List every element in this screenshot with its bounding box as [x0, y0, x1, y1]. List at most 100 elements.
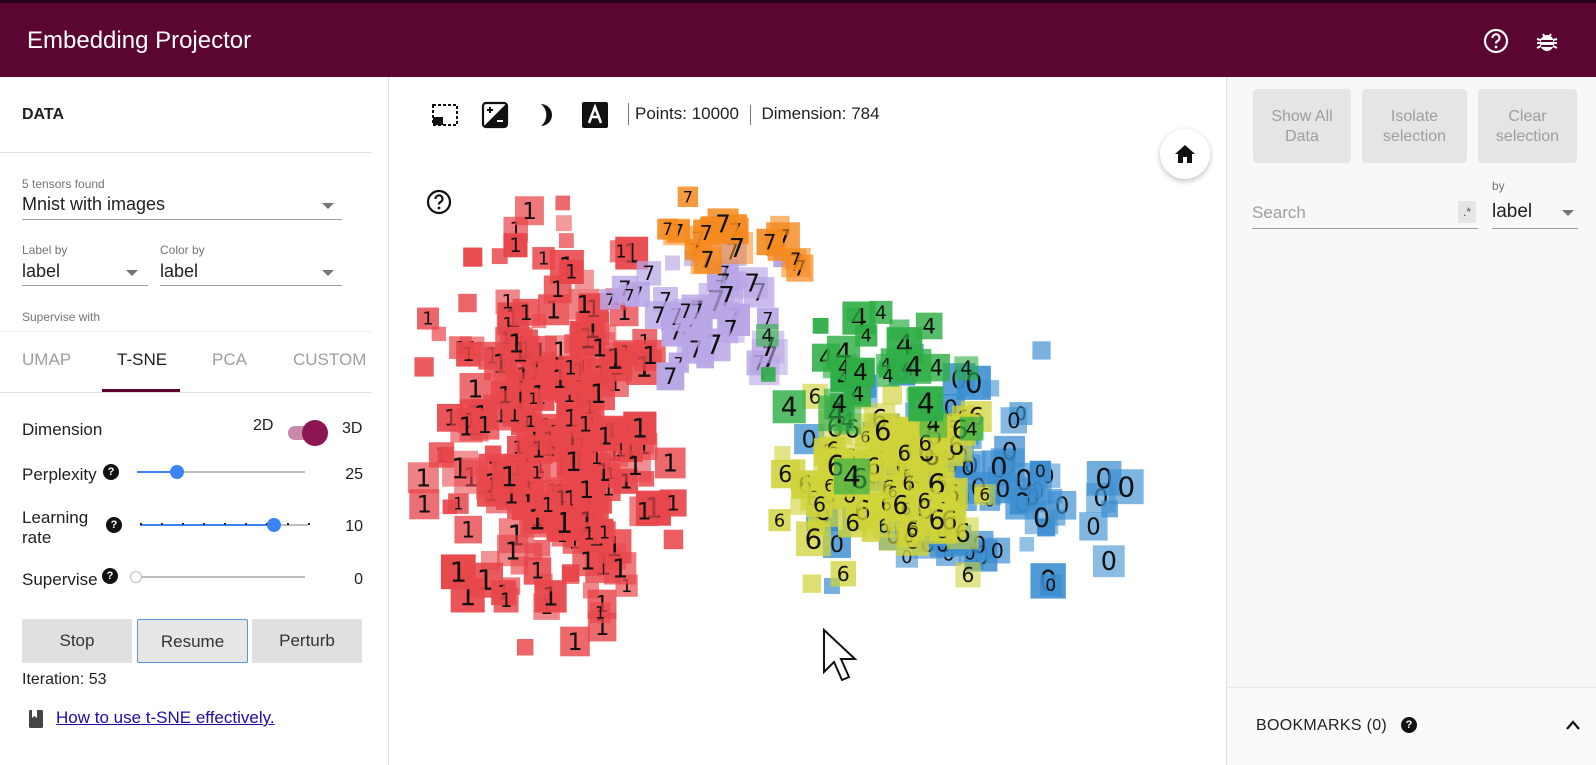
embedding-scatter-plot[interactable]: 1111111111111111111111111111111111111111…: [390, 149, 1226, 765]
text-label-icon[interactable]: [581, 101, 609, 129]
data-point[interactable]: [555, 215, 572, 232]
data-point[interactable]: 1: [581, 376, 615, 411]
data-point[interactable]: 1: [409, 489, 440, 520]
data-point[interactable]: [1019, 537, 1035, 552]
data-point[interactable]: 1: [495, 289, 520, 314]
data-point[interactable]: 4: [869, 300, 893, 324]
data-point[interactable]: [774, 446, 791, 463]
data-point[interactable]: 1: [589, 602, 611, 624]
help-circle-icon[interactable]: [426, 189, 452, 215]
perplexity-slider[interactable]: [137, 464, 305, 480]
data-point[interactable]: 1: [568, 288, 600, 320]
learning-rate-slider[interactable]: [140, 517, 310, 533]
data-point[interactable]: [882, 385, 902, 405]
data-point[interactable]: [721, 302, 740, 320]
data-point[interactable]: [516, 639, 534, 656]
reset-view-button[interactable]: [1160, 129, 1210, 179]
data-point[interactable]: [906, 464, 925, 482]
data-point[interactable]: 7: [756, 228, 783, 256]
show-all-data-button[interactable]: Show All Data: [1253, 89, 1351, 163]
data-point[interactable]: 1: [572, 545, 604, 577]
data-point[interactable]: 0: [1079, 512, 1108, 541]
data-point[interactable]: [458, 293, 477, 313]
data-point[interactable]: 6: [974, 484, 996, 506]
tab-custom[interactable]: CUSTOM: [293, 350, 366, 370]
data-point[interactable]: [463, 247, 483, 267]
data-point[interactable]: 6: [806, 491, 833, 518]
data-point[interactable]: 1: [558, 355, 583, 381]
data-point[interactable]: 1: [416, 307, 439, 330]
data-point[interactable]: 7: [736, 267, 768, 299]
data-point[interactable]: 7: [677, 186, 699, 208]
isolate-selection-button[interactable]: Isolate selection: [1362, 89, 1467, 163]
data-point[interactable]: [663, 529, 684, 550]
data-point[interactable]: 4: [896, 348, 932, 384]
slider-knob[interactable]: [130, 571, 142, 583]
data-point[interactable]: 6: [838, 508, 868, 538]
data-point[interactable]: [982, 380, 1000, 397]
data-point[interactable]: 4: [846, 357, 875, 387]
data-point[interactable]: 1: [523, 557, 552, 585]
data-point[interactable]: 7: [619, 284, 640, 306]
data-point[interactable]: 7: [636, 261, 662, 286]
help-icon[interactable]: ?: [103, 464, 119, 480]
data-point[interactable]: 1: [623, 411, 657, 445]
data-point[interactable]: 1: [535, 492, 561, 518]
data-point[interactable]: [461, 344, 476, 359]
help-icon[interactable]: ?: [106, 517, 122, 533]
data-point[interactable]: 0: [1108, 469, 1144, 505]
data-point[interactable]: [665, 255, 680, 271]
data-point[interactable]: [582, 582, 600, 599]
data-point[interactable]: 1: [571, 410, 599, 437]
data-point[interactable]: [491, 248, 508, 265]
data-point[interactable]: 4: [823, 388, 855, 420]
tsne-help-link[interactable]: How to use t-SNE effectively.: [56, 708, 275, 728]
data-point[interactable]: 0: [1039, 574, 1062, 596]
data-point[interactable]: [558, 233, 574, 248]
data-point[interactable]: 1: [523, 388, 544, 409]
data-point[interactable]: 7: [784, 248, 807, 271]
data-point[interactable]: 6: [768, 509, 791, 531]
data-point[interactable]: [483, 489, 499, 504]
data-point[interactable]: 1: [491, 458, 527, 494]
data-point[interactable]: 1: [497, 534, 529, 567]
perturb-button[interactable]: Perturb: [252, 619, 362, 663]
data-point[interactable]: 1: [448, 493, 469, 514]
data-point[interactable]: 1: [629, 496, 660, 527]
data-point[interactable]: 1: [440, 554, 476, 590]
data-point[interactable]: 4: [833, 458, 870, 495]
data-point[interactable]: 1: [609, 240, 632, 262]
slider-knob[interactable]: [170, 465, 185, 479]
data-point[interactable]: 0: [1000, 407, 1027, 434]
supervise-slider[interactable]: [130, 569, 305, 585]
data-point[interactable]: [437, 446, 454, 464]
data-point[interactable]: 7: [657, 218, 679, 240]
data-point[interactable]: 4: [954, 356, 979, 381]
resume-button[interactable]: Resume: [137, 619, 248, 663]
moon-icon[interactable]: [531, 101, 559, 129]
search-input[interactable]: Search: [1252, 197, 1478, 229]
stop-button[interactable]: Stop: [22, 619, 132, 663]
data-point[interactable]: [555, 195, 571, 211]
data-point[interactable]: 0: [1092, 545, 1125, 578]
data-point[interactable]: [879, 533, 897, 551]
data-point[interactable]: 7: [693, 219, 720, 246]
data-point[interactable]: [480, 550, 500, 570]
data-point[interactable]: [1032, 341, 1051, 360]
search-by-select[interactable]: label: [1492, 197, 1578, 229]
slider-knob[interactable]: [267, 518, 282, 532]
data-point[interactable]: [499, 390, 514, 405]
data-point[interactable]: 7: [656, 362, 685, 391]
night-mode-contrast-icon[interactable]: [481, 101, 509, 129]
data-point[interactable]: 1: [654, 447, 686, 479]
data-point[interactable]: 1: [619, 450, 651, 483]
data-point[interactable]: 6: [891, 439, 918, 467]
data-point[interactable]: 6: [830, 560, 857, 587]
data-point[interactable]: 4: [772, 390, 806, 424]
data-point[interactable]: 6: [899, 517, 925, 543]
help-circle-icon[interactable]: [1483, 28, 1509, 54]
bounding-box-select-icon[interactable]: [431, 101, 459, 129]
data-point[interactable]: [906, 387, 921, 402]
data-point[interactable]: [812, 317, 829, 334]
data-point[interactable]: 6: [911, 487, 938, 515]
